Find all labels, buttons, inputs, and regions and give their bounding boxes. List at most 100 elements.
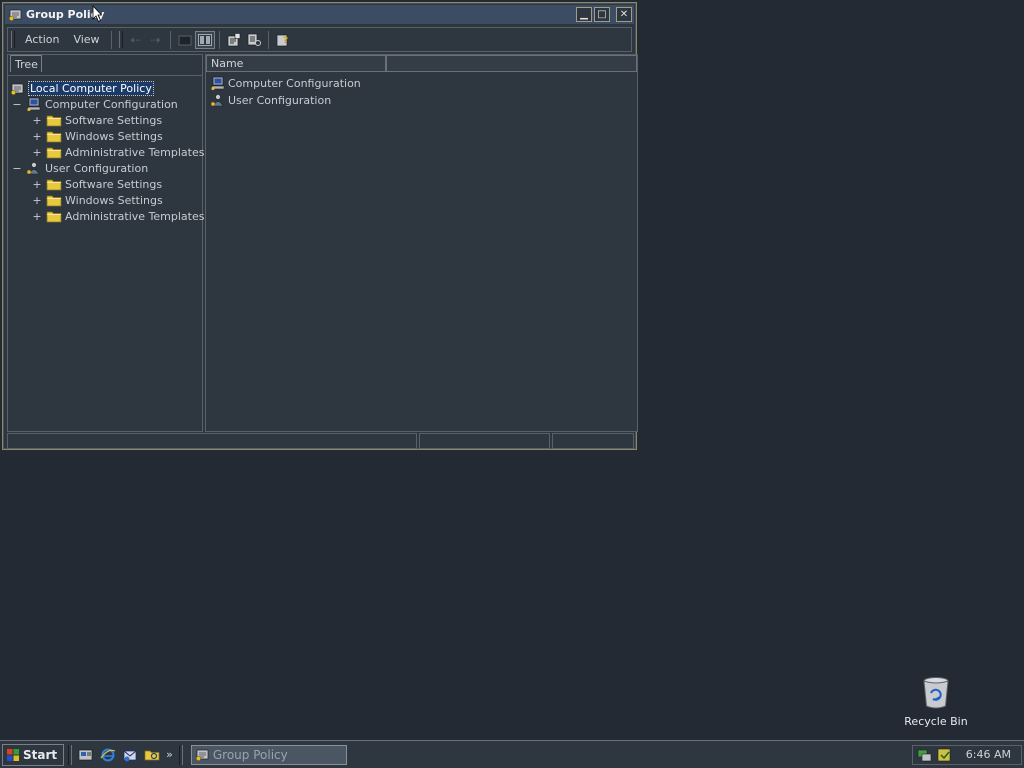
show-desktop-icon — [78, 749, 93, 760]
taskbar-button-group-policy[interactable]: Group Policy — [190, 744, 347, 765]
svg-text:?: ? — [283, 36, 288, 46]
status-cell-3 — [552, 433, 634, 449]
expand-icon[interactable]: + — [32, 130, 42, 143]
quick-launch-outlook-express[interactable] — [120, 745, 140, 765]
menu-action[interactable]: Action — [18, 33, 66, 46]
expand-icon[interactable]: + — [32, 114, 42, 127]
tree-node-label: Administrative Templates — [65, 145, 205, 159]
up-one-level-button[interactable] — [175, 31, 195, 49]
recycle-bin-label: Recycle Bin — [904, 715, 968, 728]
quick-launch-more-button[interactable]: » — [166, 748, 173, 761]
tree-node-computer-configuration[interactable]: − Computer Configuration — [12, 96, 178, 112]
computer-icon — [210, 76, 225, 90]
tree-node-administrative-templates[interactable]: + Administrative Templates — [32, 144, 205, 160]
properties-button[interactable] — [224, 31, 244, 49]
outlook-express-icon — [123, 750, 137, 761]
tree-node-label: Local Computer Policy — [28, 80, 154, 96]
user-config-icon — [210, 94, 224, 107]
collapse-icon[interactable]: − — [12, 162, 22, 175]
folder-up-icon — [178, 35, 192, 45]
internet-explorer-icon — [100, 748, 116, 761]
close-icon: ✕ — [619, 8, 629, 20]
folder-icon — [46, 131, 62, 143]
desktop-recycle-bin[interactable]: Recycle Bin — [904, 676, 968, 728]
folder-icon — [46, 179, 62, 191]
close-button[interactable]: ✕ — [616, 7, 632, 22]
expand-icon[interactable]: + — [32, 194, 42, 207]
folder-icon — [46, 211, 62, 223]
group-policy-task-icon — [195, 749, 209, 761]
folder-icon — [46, 115, 62, 127]
menu-view-label: View — [73, 33, 100, 46]
column-header-label: Name — [211, 57, 244, 70]
expand-icon[interactable]: + — [32, 146, 42, 159]
tree-node-software-settings[interactable]: + Software Settings — [32, 176, 162, 192]
toolbar: Action View ⇠ ⇢ ? — [7, 27, 632, 52]
maximize-button[interactable]: □ — [594, 7, 610, 22]
group-policy-app-icon[interactable] — [8, 7, 24, 23]
back-arrow-icon: ⇠ — [130, 32, 141, 47]
export-list-button[interactable] — [244, 31, 264, 49]
taskbar-separator — [68, 744, 73, 765]
tree-node-label: Windows Settings — [65, 129, 163, 143]
system-tray: 6:46 AM — [912, 744, 1022, 765]
toolbar-grip[interactable] — [11, 31, 15, 48]
quick-launch-windows-explorer[interactable] — [142, 745, 162, 765]
folder-icon — [46, 147, 62, 159]
maximize-icon: □ — [597, 8, 607, 20]
console-tree: Local Computer Policy − Computer Configu… — [8, 75, 205, 431]
list-item-label: User Configuration — [228, 93, 332, 107]
toolbar-separator — [110, 30, 112, 49]
tree-node-label: Windows Settings — [65, 193, 163, 207]
tree-node-user-configuration[interactable]: − User Configuration — [12, 160, 148, 176]
windows-logo-icon — [7, 748, 19, 761]
list-item-label: Computer Configuration — [228, 76, 361, 90]
column-header-empty[interactable] — [386, 55, 637, 72]
help-button[interactable]: ? — [273, 31, 293, 49]
windows-explorer-icon — [144, 750, 160, 760]
group-policy-window: Group Policy ▁ □ ✕ Action View ⇠ ⇢ ? Tre… — [2, 2, 638, 450]
minimize-icon: ▁ — [580, 8, 588, 20]
tree-node-windows-settings[interactable]: + Windows Settings — [32, 192, 163, 208]
tree-node-label: Software Settings — [65, 113, 163, 127]
menu-action-label: Action — [25, 33, 60, 46]
expand-icon[interactable]: + — [32, 178, 42, 191]
tree-node-software-settings[interactable]: + Software Settings — [32, 112, 162, 128]
export-list-icon — [247, 33, 261, 46]
tree-node-label: Administrative Templates — [65, 209, 205, 223]
toolbar-grip-2[interactable] — [118, 31, 123, 48]
list-item-user-configuration[interactable]: User Configuration — [210, 92, 331, 108]
quick-launch-internet-explorer[interactable] — [98, 745, 118, 765]
recycle-bin-icon — [923, 677, 949, 709]
toolbar-separator-3 — [218, 30, 220, 49]
help-icon: ? — [276, 34, 288, 46]
network-icon[interactable] — [917, 748, 933, 762]
properties-icon — [227, 32, 240, 46]
security-policy-tray-icon[interactable] — [937, 748, 953, 762]
start-button[interactable]: Start — [2, 743, 65, 766]
forward-button[interactable]: ⇢ — [146, 31, 166, 49]
column-header-name[interactable]: Name — [206, 55, 386, 72]
mouse-cursor-icon — [92, 5, 102, 23]
tree-node-administrative-templates[interactable]: + Administrative Templates — [32, 208, 205, 224]
console-tree-pane: Tree Local Computer Policy − Computer Co… — [7, 54, 205, 432]
user-config-icon — [26, 162, 40, 175]
tree-node-local-computer-policy[interactable]: Local Computer Policy — [10, 80, 154, 96]
clock[interactable]: 6:46 AM — [966, 748, 1011, 761]
policy-icon — [10, 83, 24, 95]
tab-tree[interactable]: Tree — [10, 55, 42, 72]
back-button[interactable]: ⇠ — [126, 31, 146, 49]
column-headers: Name — [206, 55, 637, 72]
taskbar-separator-2 — [178, 744, 183, 765]
collapse-icon[interactable]: − — [12, 98, 22, 111]
expand-icon[interactable]: + — [32, 210, 42, 223]
minimize-button[interactable]: ▁ — [576, 7, 592, 22]
taskbar: Start » Group Policy 6:46 AM — [0, 740, 1024, 768]
quick-launch-show-desktop[interactable] — [76, 745, 96, 765]
tree-node-windows-settings[interactable]: + Windows Settings — [32, 128, 163, 144]
menu-view[interactable]: View — [66, 33, 106, 46]
list-item-computer-configuration[interactable]: Computer Configuration — [210, 75, 361, 91]
status-bar — [7, 433, 634, 449]
computer-icon — [26, 97, 41, 111]
show-hide-tree-button[interactable] — [194, 30, 215, 49]
